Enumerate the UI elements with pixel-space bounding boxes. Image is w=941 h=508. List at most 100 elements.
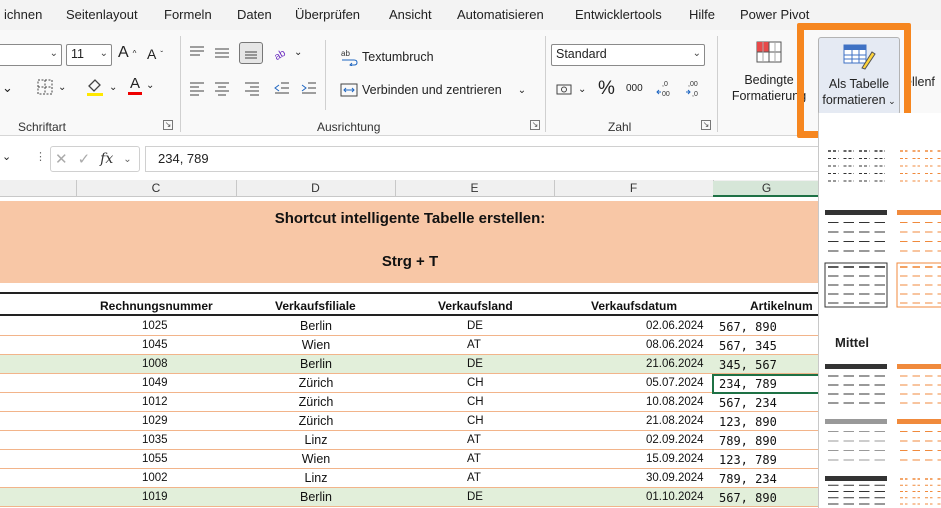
table-style-thumbnail[interactable] [825, 476, 887, 505]
increase-indent-icon[interactable] [300, 80, 318, 96]
menu-zeichnen[interactable]: ichnen [4, 7, 42, 22]
cell-verkaufsfiliale[interactable]: Berlin [256, 357, 376, 371]
align-middle-icon[interactable] [213, 44, 231, 60]
cell-verkaufsland[interactable]: DE [467, 320, 483, 332]
cell-rechnungsnummer[interactable]: 1049 [142, 377, 168, 389]
menu-entwicklertools[interactable]: Entwicklertools [575, 7, 662, 22]
cell-verkaufsland[interactable]: CH [467, 415, 484, 427]
cell-verkaufsdatum[interactable]: 21.06.2024 [646, 358, 704, 370]
cell-rechnungsnummer[interactable]: 1055 [142, 453, 168, 465]
cell-artikelnummer[interactable]: 123, 789 [719, 453, 777, 467]
cell-verkaufsdatum[interactable]: 15.09.2024 [646, 453, 704, 465]
column-header-d[interactable]: D [236, 181, 395, 195]
align-right-icon[interactable] [243, 80, 261, 96]
cell-verkaufsdatum[interactable]: 01.10.2024 [646, 491, 704, 503]
cell-artikelnummer[interactable]: 789, 890 [719, 434, 777, 448]
increase-decimal-icon[interactable]: ,0 00 [656, 78, 676, 98]
cell-verkaufsdatum[interactable]: 10.08.2024 [646, 396, 704, 408]
column-header-g[interactable]: G [713, 181, 820, 197]
cell-verkaufsfiliale[interactable]: Zürich [256, 414, 376, 428]
cell-verkaufsfiliale[interactable]: Wien [256, 338, 376, 352]
cell-verkaufsland[interactable]: AT [467, 453, 481, 465]
cell-artikelnummer[interactable]: 123, 890 [719, 415, 777, 429]
fill-color-icon[interactable]: ⌄ [85, 77, 117, 97]
column-header-f[interactable]: F [554, 181, 713, 195]
cell-verkaufsfiliale[interactable]: Linz [256, 471, 376, 485]
cell-rechnungsnummer[interactable]: 1029 [142, 415, 168, 427]
cell-artikelnummer[interactable]: 789, 234 [719, 472, 777, 486]
cell-verkaufsland[interactable]: DE [467, 358, 483, 370]
cell-artikelnummer[interactable]: 567, 890 [719, 320, 777, 334]
merge-center-button[interactable]: Verbinden und zentrieren ⌄ [340, 82, 526, 98]
table-style-thumbnail[interactable] [825, 419, 887, 461]
menu-formeln[interactable]: Formeln [164, 7, 212, 22]
cell-verkaufsfiliale[interactable]: Wien [256, 452, 376, 466]
number-format-combo[interactable]: Standard ⌄ [551, 44, 705, 66]
table-style-thumbnail[interactable] [825, 210, 887, 252]
cell-verkaufsdatum[interactable]: 21.08.2024 [646, 415, 704, 427]
formula-input[interactable]: 234, 789 [145, 146, 825, 172]
number-launcher-icon[interactable]: ↘ [701, 120, 711, 130]
orientation-icon[interactable]: ab ⌄ [272, 44, 303, 61]
table-style-thumbnail[interactable] [828, 150, 885, 182]
menu-power-pivot[interactable]: Power Pivot [740, 7, 809, 22]
decrease-decimal-icon[interactable]: ,00,0 [684, 78, 704, 98]
cell-verkaufsfiliale[interactable]: Berlin [256, 490, 376, 504]
cell-verkaufsdatum[interactable]: 08.06.2024 [646, 339, 704, 351]
cell-verkaufsland[interactable]: DE [467, 491, 483, 503]
cell-rechnungsnummer[interactable]: 1035 [142, 434, 168, 446]
cell-rechnungsnummer[interactable]: 1045 [142, 339, 168, 351]
font-name-combo[interactable]: ⌄ [0, 44, 62, 66]
cell-rechnungsnummer[interactable]: 1019 [142, 491, 168, 503]
name-box-dropdown-icon[interactable]: ⌄ [2, 150, 11, 163]
wrap-text-button[interactable]: ab Textumbruch [340, 48, 434, 66]
column-header-e[interactable]: E [395, 181, 554, 195]
underline-dropdown-icon[interactable]: ⌄ [2, 80, 13, 96]
cell-rechnungsnummer[interactable]: 1002 [142, 472, 168, 484]
cell-verkaufsland[interactable]: CH [467, 396, 484, 408]
cell-rechnungsnummer[interactable]: 1012 [142, 396, 168, 408]
cell-verkaufsfiliale[interactable]: Zürich [256, 376, 376, 390]
header-verkaufsdatum[interactable]: Verkaufsdatum [591, 299, 677, 313]
header-rechnungsnummer[interactable]: Rechnungsnummer [100, 299, 213, 313]
cell-verkaufsdatum[interactable]: 02.09.2024 [646, 434, 704, 446]
drag-handle-icon[interactable]: ⋮ [35, 150, 46, 163]
cell-verkaufsfiliale[interactable]: Linz [256, 433, 376, 447]
align-top-icon[interactable] [188, 44, 206, 60]
align-bottom-icon[interactable] [239, 42, 263, 64]
header-artikelnummer[interactable]: Artikelnum [750, 299, 813, 313]
table-style-thumbnail[interactable] [900, 478, 941, 505]
table-style-thumbnail[interactable] [897, 364, 941, 404]
increase-font-icon[interactable]: A ^ [118, 44, 136, 62]
cell-verkaufsdatum[interactable]: 30.09.2024 [646, 472, 704, 484]
cell-artikelnummer[interactable]: 345, 567 [719, 358, 777, 372]
percent-button[interactable]: % [598, 78, 615, 100]
confirm-icon[interactable]: ✓ [78, 150, 91, 168]
menu-automatisieren[interactable]: Automatisieren [457, 7, 544, 22]
font-launcher-icon[interactable]: ↘ [163, 120, 173, 130]
cell-verkaufsland[interactable]: AT [467, 472, 481, 484]
cell-verkaufsfiliale[interactable]: Berlin [256, 319, 376, 333]
cell-verkaufsland[interactable]: AT [467, 339, 481, 351]
decrease-font-icon[interactable]: Aˇ [147, 46, 163, 62]
header-verkaufsland[interactable]: Verkaufsland [438, 299, 513, 313]
menu-ueberpruefen[interactable]: Überprüfen [295, 7, 360, 22]
cell-rechnungsnummer[interactable]: 1025 [142, 320, 168, 332]
alignment-launcher-icon[interactable]: ↘ [530, 120, 540, 130]
align-center-icon[interactable] [213, 80, 231, 96]
font-color-icon[interactable]: A ⌄ [128, 76, 154, 95]
insert-function-icon[interactable]: fx [100, 151, 113, 167]
cell-artikelnummer[interactable]: 567, 345 [719, 339, 777, 353]
cell-verkaufsland[interactable]: CH [467, 377, 484, 389]
decrease-indent-icon[interactable] [273, 80, 291, 96]
menu-hilfe[interactable]: Hilfe [689, 7, 715, 22]
menu-daten[interactable]: Daten [237, 7, 272, 22]
cell-verkaufsland[interactable]: AT [467, 434, 481, 446]
table-style-thumbnail[interactable] [897, 419, 941, 461]
cancel-icon[interactable]: ✕ [55, 150, 68, 168]
cell-verkaufsdatum[interactable]: 02.06.2024 [646, 320, 704, 332]
table-style-thumbnail[interactable] [896, 262, 941, 308]
cell-verkaufsfiliale[interactable]: Zürich [256, 395, 376, 409]
table-style-thumbnail[interactable] [825, 364, 887, 404]
table-style-thumbnail[interactable] [897, 210, 941, 252]
